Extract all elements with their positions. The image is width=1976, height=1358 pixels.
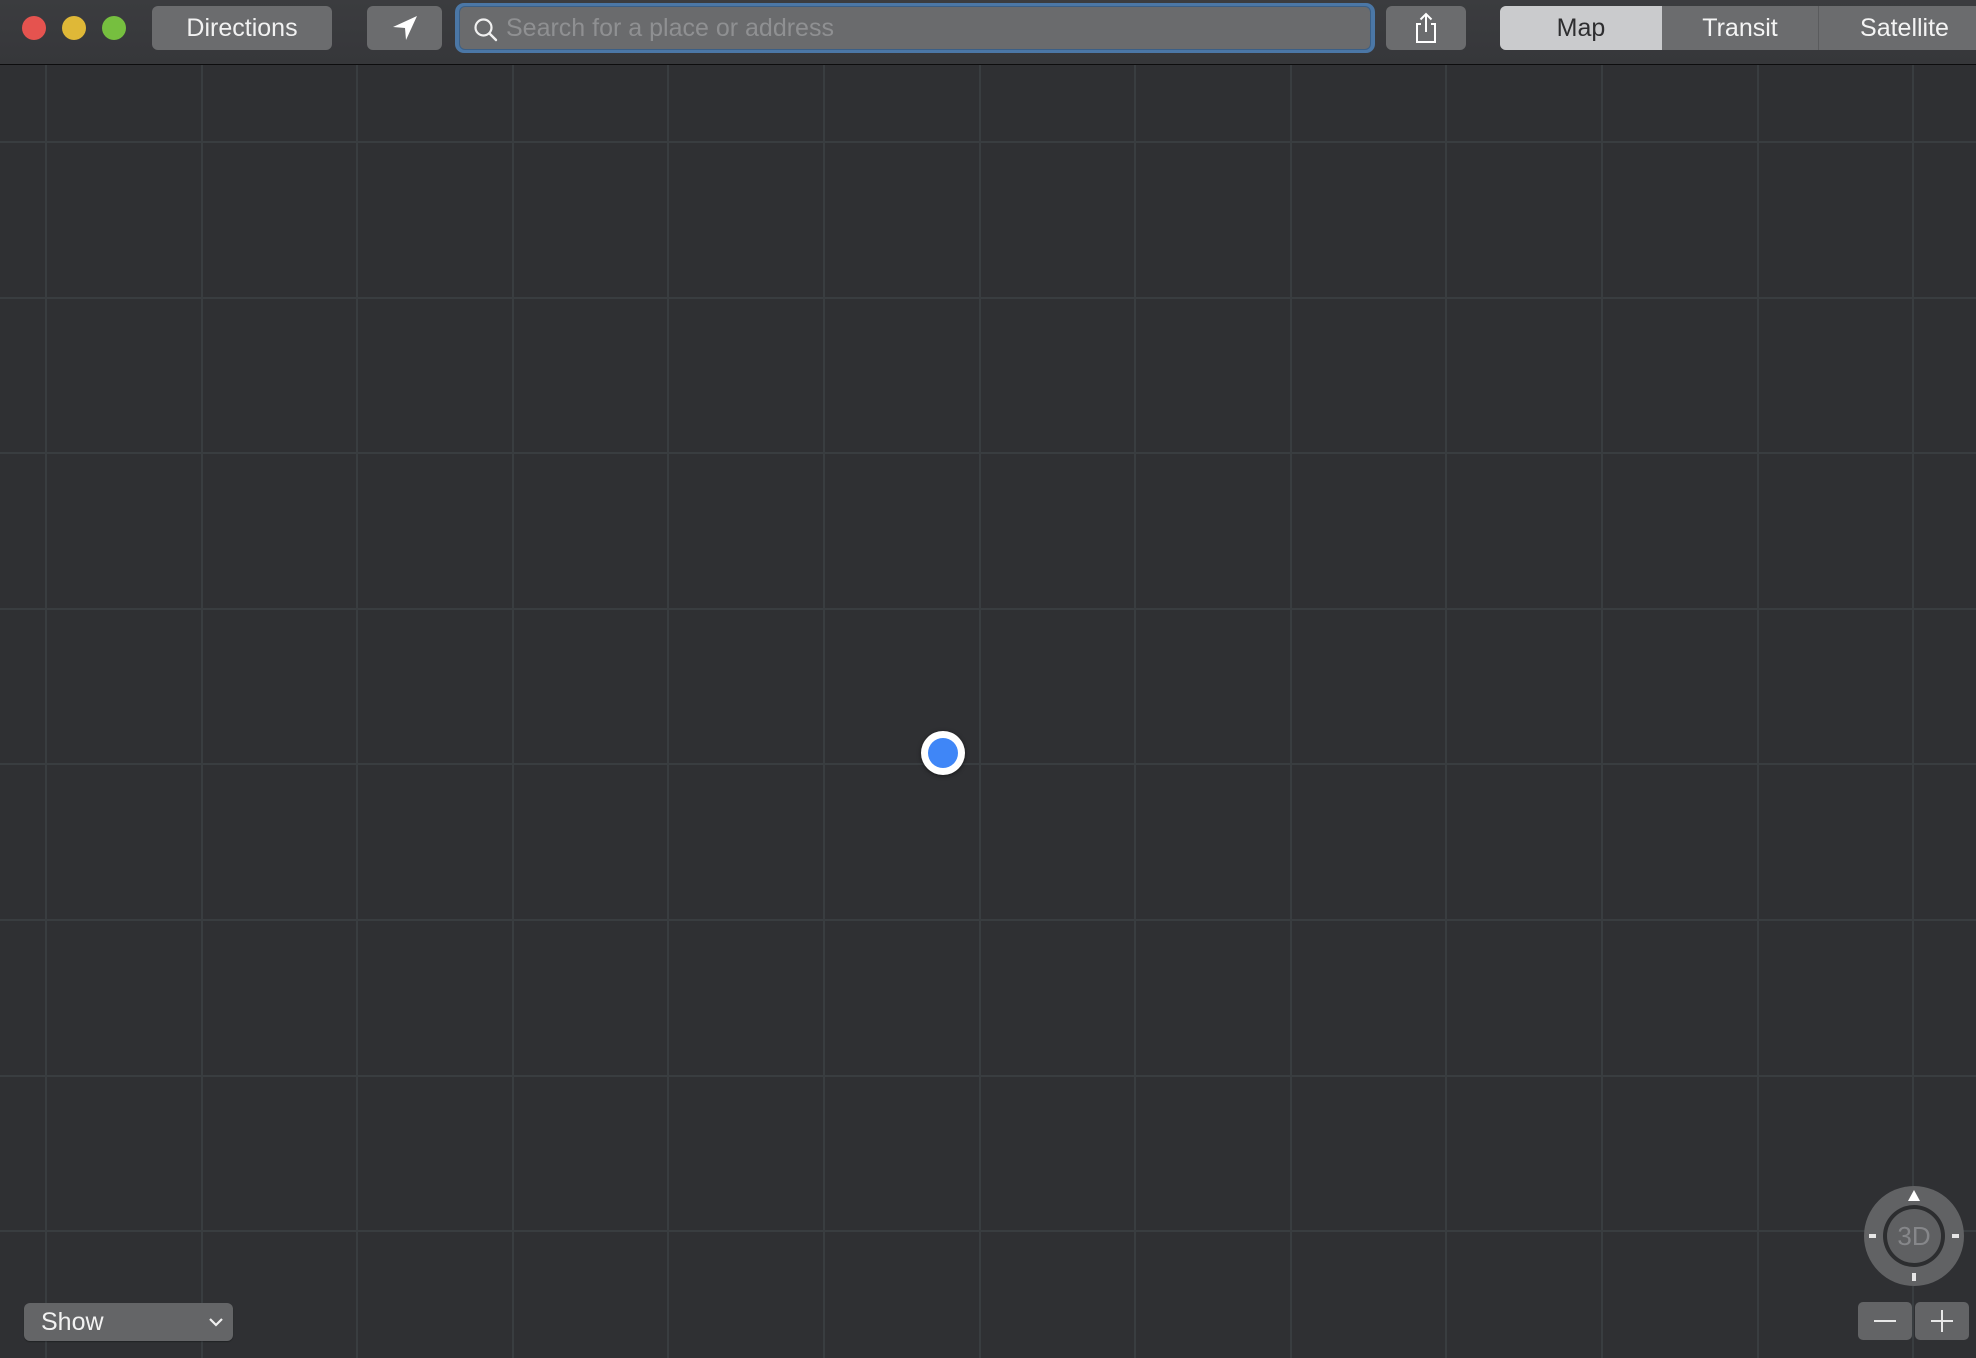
map-gridline-vertical bbox=[45, 65, 47, 1358]
map-mode-transit-tab[interactable]: Transit bbox=[1662, 6, 1819, 50]
search-field[interactable] bbox=[459, 6, 1371, 50]
share-button[interactable] bbox=[1386, 6, 1466, 50]
show-popup-label: Show bbox=[41, 1307, 104, 1336]
compass-south-tick bbox=[1912, 1273, 1916, 1281]
map-mode-satellite-label: Satellite bbox=[1860, 13, 1949, 42]
current-location-dot-center bbox=[928, 738, 958, 768]
map-gridline-horizontal bbox=[0, 1230, 1976, 1232]
chevron-down-icon bbox=[209, 1318, 223, 1327]
map-mode-map-label: Map bbox=[1556, 13, 1606, 42]
compass-control[interactable]: 3D bbox=[1864, 1186, 1964, 1286]
zoom-out-button[interactable] bbox=[1858, 1302, 1912, 1340]
compass-east-tick bbox=[1952, 1234, 1959, 1238]
map-mode-transit-label: Transit bbox=[1702, 13, 1778, 42]
current-location-dot[interactable] bbox=[921, 731, 965, 775]
map-gridline-vertical bbox=[1912, 65, 1914, 1358]
minus-icon bbox=[1874, 1320, 1896, 1322]
map-gridline-vertical bbox=[823, 65, 825, 1358]
map-gridline-vertical bbox=[1601, 65, 1603, 1358]
map-gridline-vertical bbox=[1445, 65, 1447, 1358]
map-mode-segmented-control: Map Transit Satellite bbox=[1500, 6, 1976, 50]
directions-label: Directions bbox=[186, 13, 298, 42]
map-gridline-horizontal bbox=[0, 141, 1976, 143]
zoom-in-button[interactable] bbox=[1915, 1302, 1969, 1340]
map-mode-map-tab[interactable]: Map bbox=[1500, 6, 1662, 50]
map-gridline-vertical bbox=[201, 65, 203, 1358]
map-gridline-horizontal bbox=[0, 919, 1976, 921]
map-gridline-horizontal bbox=[0, 297, 1976, 299]
map-gridline-vertical bbox=[1134, 65, 1136, 1358]
toolbar: Directions Map Transit Satellite bbox=[0, 0, 1976, 65]
show-popup-button[interactable]: Show bbox=[24, 1303, 233, 1341]
map-mode-satellite-tab[interactable]: Satellite bbox=[1819, 6, 1976, 50]
map-gridline-horizontal bbox=[0, 452, 1976, 454]
zoom-window-button[interactable] bbox=[102, 16, 126, 40]
search-input[interactable] bbox=[506, 7, 1362, 49]
map-gridline-horizontal bbox=[0, 1075, 1976, 1077]
map-gridline-vertical bbox=[979, 65, 981, 1358]
location-arrow-icon bbox=[392, 16, 417, 40]
3d-label: 3D bbox=[1897, 1220, 1931, 1251]
map-gridline-vertical bbox=[1757, 65, 1759, 1358]
current-location-button[interactable] bbox=[367, 6, 442, 50]
map-canvas[interactable] bbox=[0, 65, 1976, 1358]
map-gridline-vertical bbox=[1290, 65, 1292, 1358]
map-gridline-horizontal bbox=[0, 608, 1976, 610]
map-gridline-vertical bbox=[512, 65, 514, 1358]
directions-button[interactable]: Directions bbox=[152, 6, 332, 50]
close-window-button[interactable] bbox=[22, 16, 46, 40]
north-arrow-icon bbox=[1908, 1190, 1920, 1201]
share-icon bbox=[1416, 12, 1436, 43]
3d-toggle-button[interactable]: 3D bbox=[1887, 1209, 1941, 1263]
plus-icon bbox=[1931, 1310, 1953, 1332]
search-focus-ring bbox=[455, 3, 1375, 53]
map-gridline-vertical bbox=[356, 65, 358, 1358]
minimize-window-button[interactable] bbox=[62, 16, 86, 40]
search-icon bbox=[474, 18, 498, 42]
map-gridline-horizontal bbox=[0, 763, 1976, 765]
map-gridline-vertical bbox=[667, 65, 669, 1358]
compass-west-tick bbox=[1869, 1234, 1876, 1238]
